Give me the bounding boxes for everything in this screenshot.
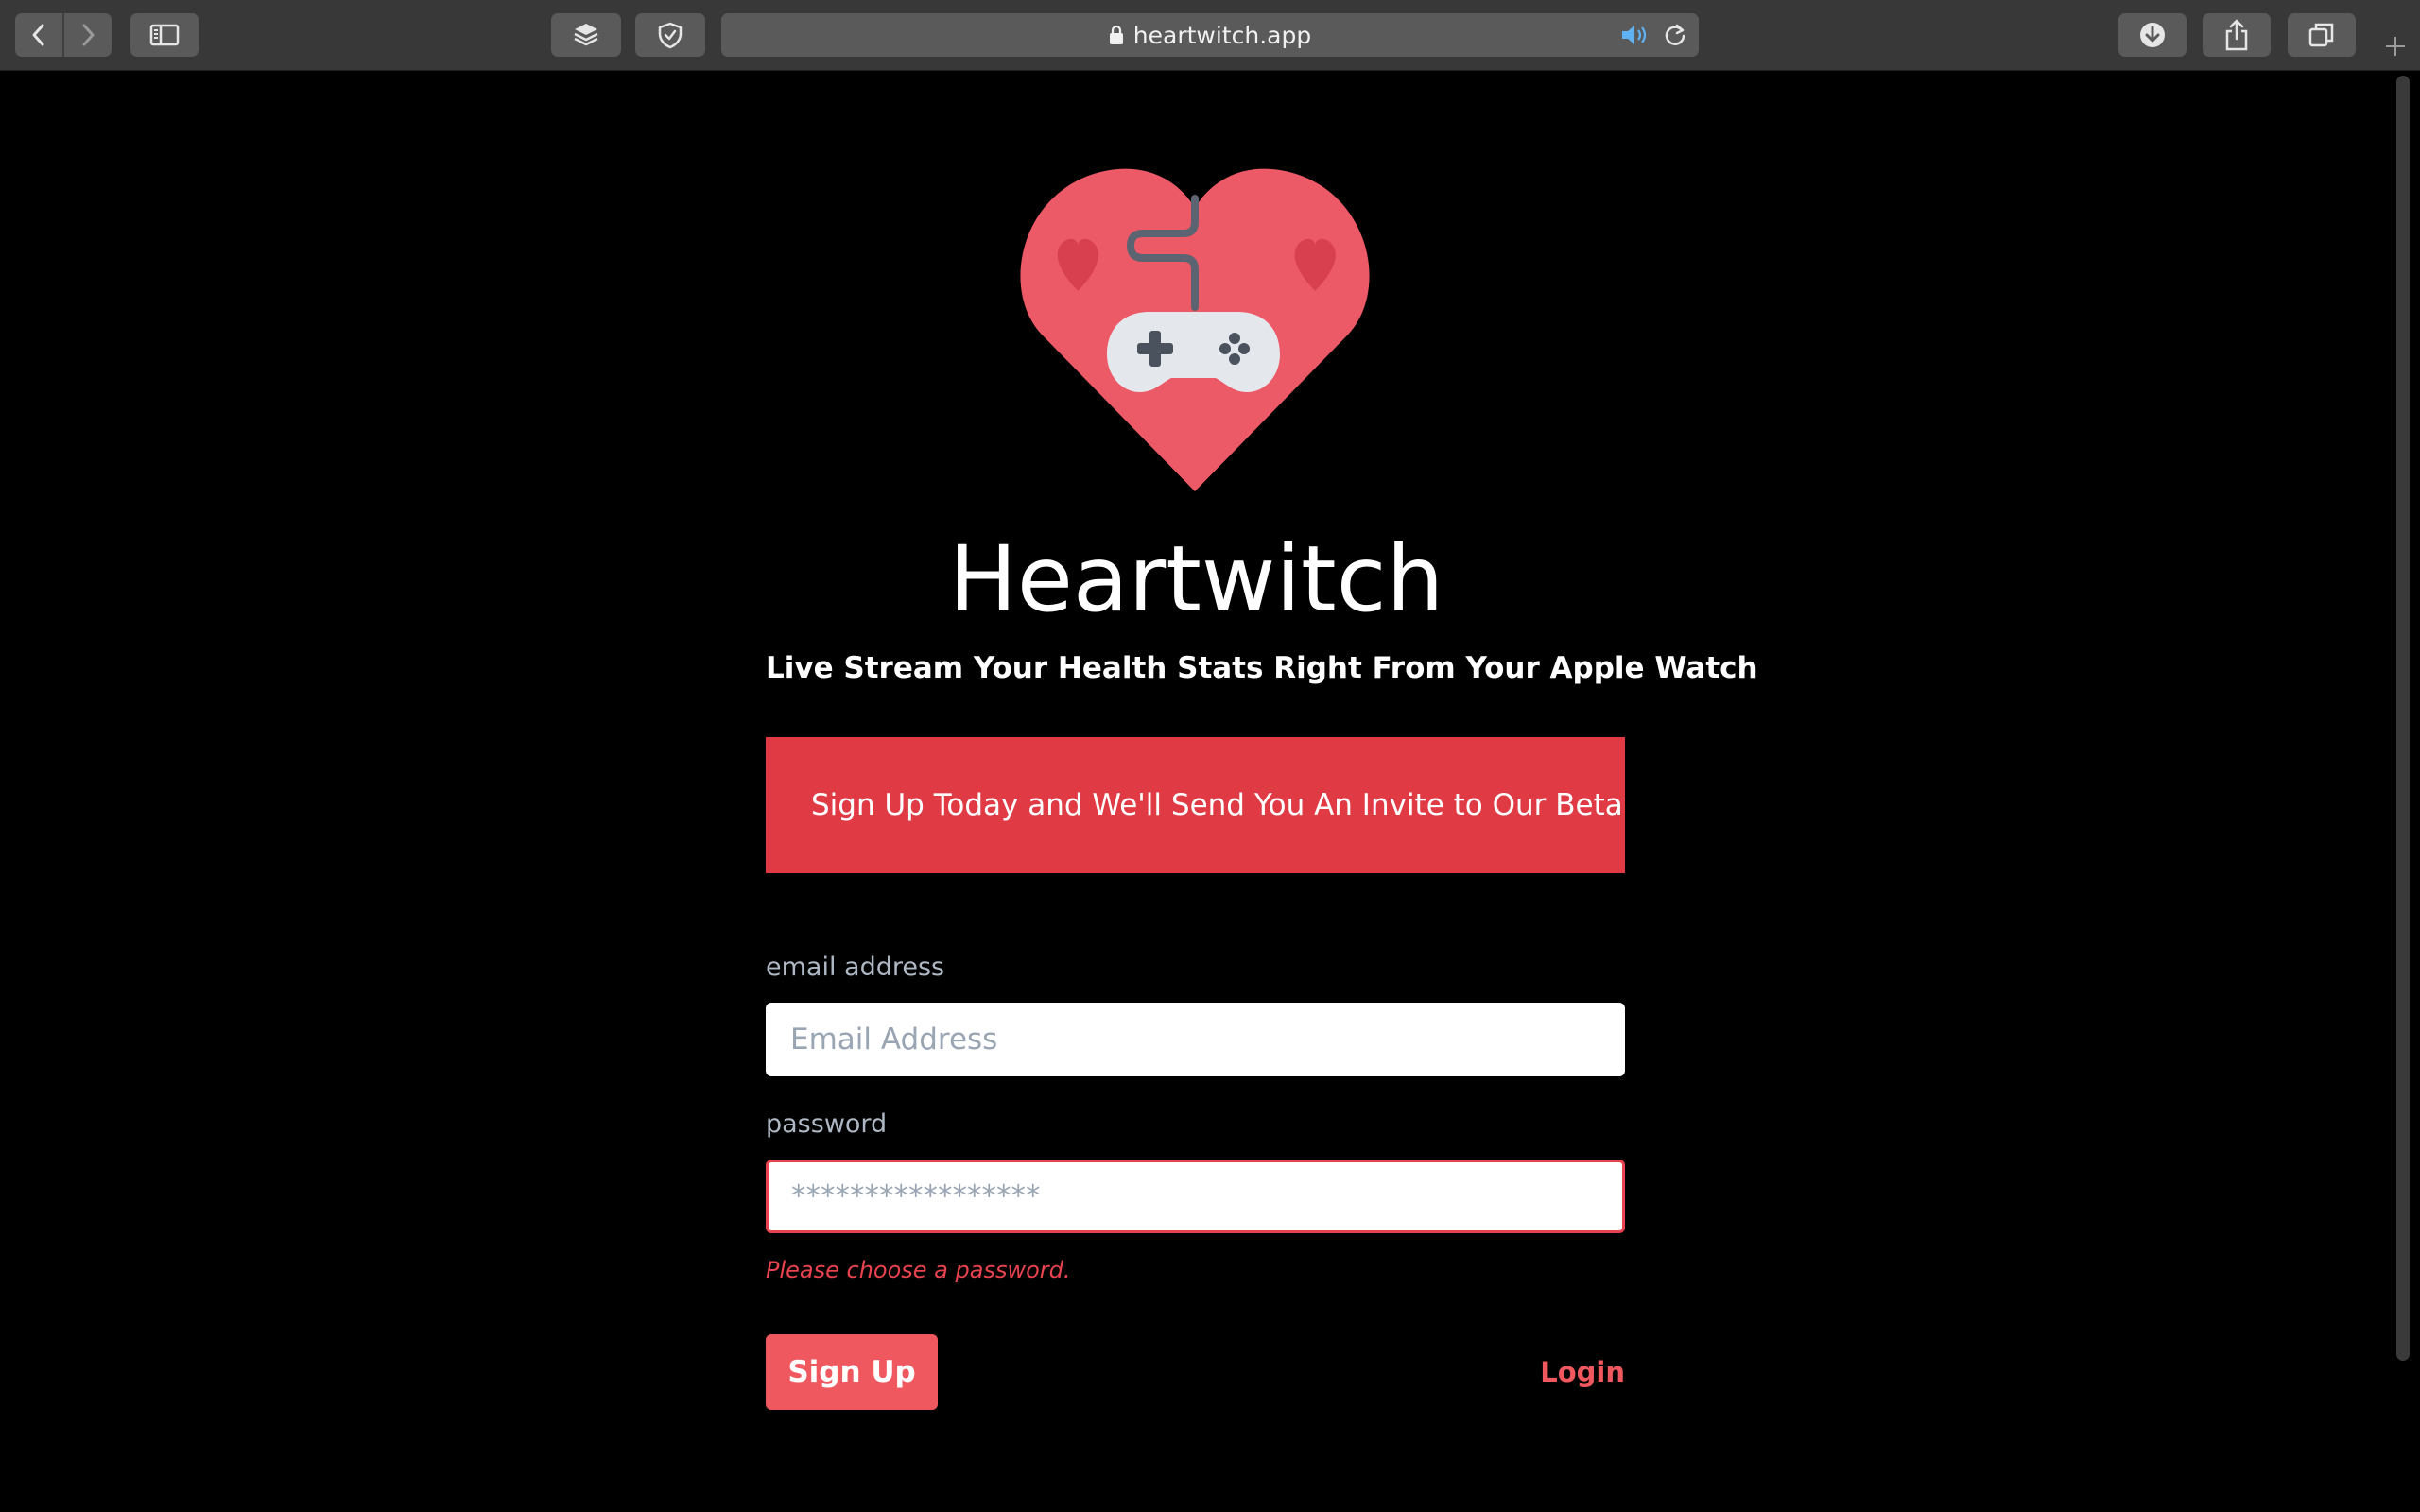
layers-extension-button[interactable]: [551, 13, 621, 57]
shield-icon: [658, 22, 683, 49]
url-text: heartwitch.app: [1132, 21, 1312, 49]
plus-icon: [2386, 37, 2405, 56]
navigation-buttons: [15, 13, 112, 57]
shield-extension-button[interactable]: [635, 13, 705, 57]
login-link[interactable]: Login: [1512, 1353, 1625, 1391]
sidebar-icon: [149, 24, 180, 46]
show-tabs-button[interactable]: [2288, 13, 2356, 57]
reload-icon: [1665, 24, 1685, 45]
address-bar[interactable]: heartwitch.app: [721, 13, 1699, 57]
chevron-right-icon: [82, 24, 95, 46]
share-button[interactable]: [2203, 13, 2271, 57]
password-label: password: [766, 1109, 888, 1139]
beta-banner: Sign Up Today and We'll Send You An Invi…: [766, 737, 1625, 873]
password-error-message: Please choose a password.: [766, 1257, 1071, 1283]
browser-toolbar: heartwitch.app: [0, 0, 2420, 71]
download-icon: [2140, 23, 2165, 47]
speaker-icon: [1622, 26, 1647, 44]
back-button[interactable]: [15, 13, 62, 57]
sidebar-button[interactable]: [130, 13, 199, 57]
forward-button[interactable]: [64, 13, 112, 57]
page-title: Heartwitch: [948, 526, 1444, 632]
page-scrollbar[interactable]: [2396, 76, 2410, 1361]
beta-banner-text: Sign Up Today and We'll Send You An Invi…: [811, 788, 1623, 822]
tabs-icon: [2308, 23, 2334, 47]
signup-button[interactable]: Sign Up: [766, 1334, 938, 1410]
audio-toggle[interactable]: [1619, 23, 1651, 51]
reload-button[interactable]: [1663, 23, 1687, 51]
signup-button-label: Sign Up: [787, 1355, 916, 1389]
lock-icon: [1109, 25, 1123, 44]
email-label: email address: [766, 953, 945, 982]
chevron-left-icon: [32, 24, 44, 46]
new-tab-button[interactable]: [2371, 23, 2420, 70]
downloads-button[interactable]: [2118, 13, 2187, 57]
password-field[interactable]: [766, 1160, 1625, 1233]
page-subtitle: Live Stream Your Health Stats Right From…: [766, 651, 1758, 685]
layers-icon: [574, 24, 598, 46]
share-icon: [2225, 19, 2248, 51]
heartwitch-logo: [1020, 168, 1370, 491]
email-field[interactable]: [766, 1003, 1625, 1076]
address-bar-content: heartwitch.app: [721, 13, 1699, 57]
